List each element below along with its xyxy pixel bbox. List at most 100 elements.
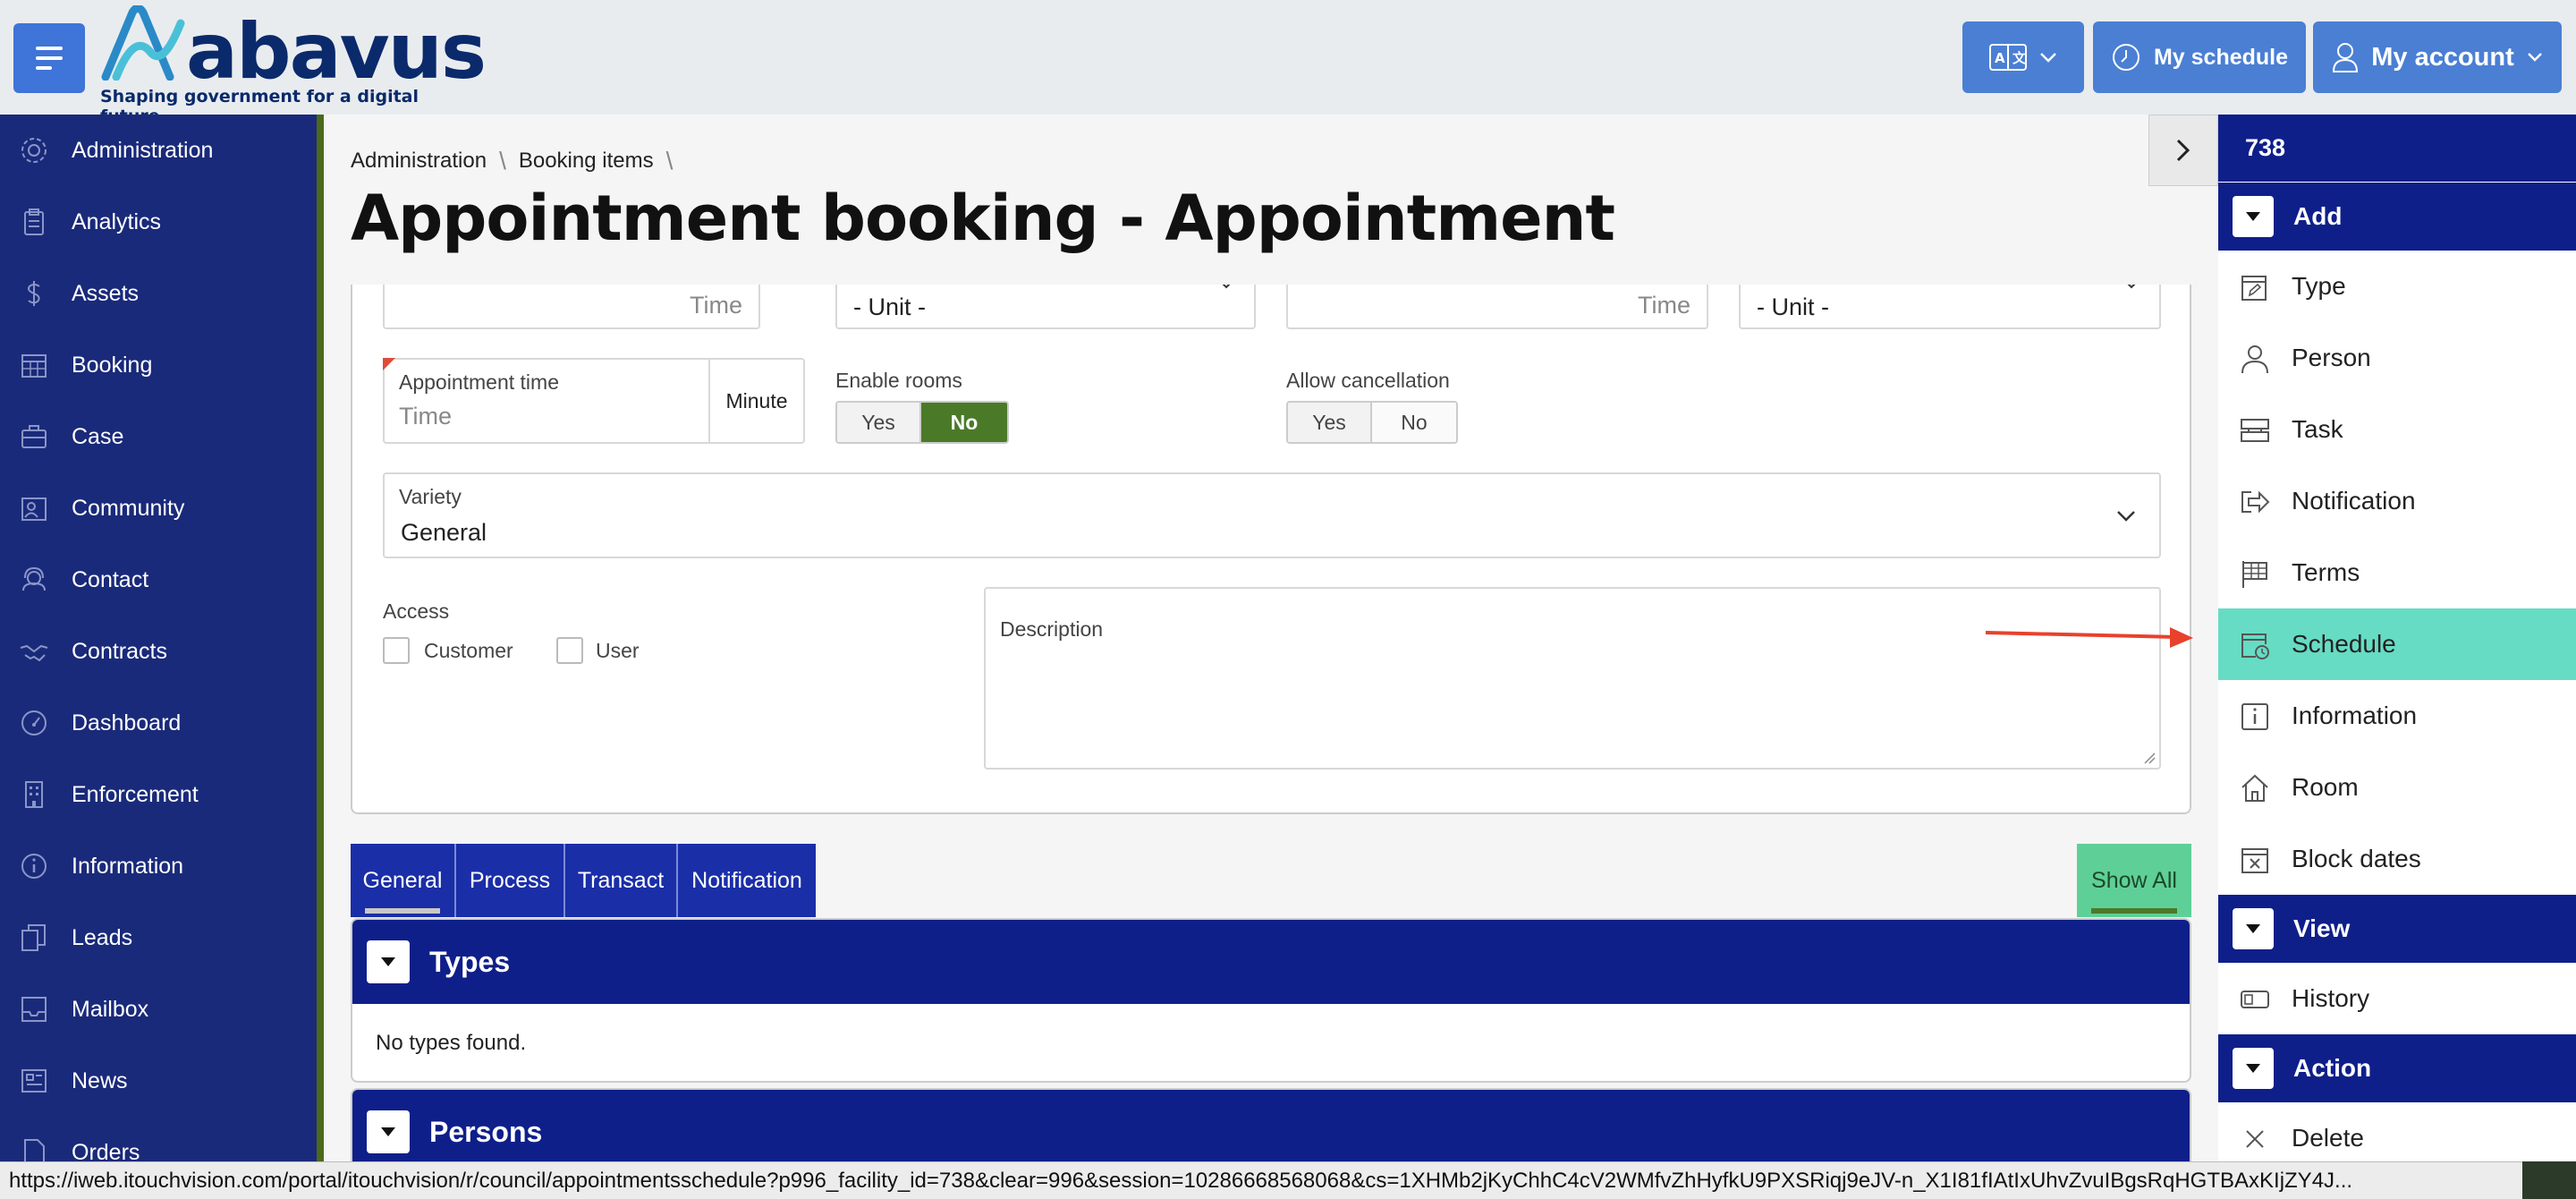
flag-grid-icon bbox=[2242, 561, 2267, 588]
sidebar-item-community[interactable]: Community bbox=[0, 472, 317, 544]
view-section-header[interactable]: View bbox=[2218, 895, 2576, 963]
resize-handle-icon[interactable] bbox=[2143, 752, 2156, 764]
collapse-caret-icon[interactable] bbox=[2233, 908, 2274, 949]
add-type-item[interactable]: Type bbox=[2218, 251, 2576, 322]
sidebar-item-label: Contact bbox=[72, 566, 149, 592]
sidebar-item-administration[interactable]: Administration bbox=[0, 115, 317, 186]
unit-select-1[interactable]: - Unit - bbox=[835, 285, 1256, 329]
sidebar-item-news[interactable]: News bbox=[0, 1045, 317, 1117]
time-field-1[interactable]: Time bbox=[383, 285, 760, 329]
variety-select[interactable]: Variety General bbox=[383, 472, 2161, 558]
sidebar-item-label: Leads bbox=[72, 924, 133, 950]
menu-line bbox=[36, 56, 63, 60]
collapse-caret-icon[interactable] bbox=[2233, 196, 2274, 237]
tab-transact[interactable]: Transact bbox=[565, 844, 678, 917]
chevron-down-icon bbox=[1222, 285, 1231, 289]
unit-select-2[interactable]: - Unit - bbox=[1739, 285, 2161, 329]
sidebar-item-label: Administration bbox=[72, 137, 214, 163]
add-schedule-item[interactable]: Schedule bbox=[2218, 608, 2576, 680]
chevron-right-icon bbox=[2176, 139, 2190, 162]
sidebar-item-label: Dashboard bbox=[72, 710, 182, 736]
collapse-panel-button[interactable] bbox=[2148, 115, 2218, 186]
sidebar-item-contracts[interactable]: Contracts bbox=[0, 616, 317, 687]
add-person-item[interactable]: Person bbox=[2218, 322, 2576, 394]
unit-select-value: - Unit - bbox=[853, 293, 926, 320]
detail-tabs: General Process Transact Notification bbox=[351, 844, 816, 917]
add-block-dates-item[interactable]: Block dates bbox=[2218, 823, 2576, 895]
logo-word: abavus bbox=[186, 7, 487, 97]
abavus-logo[interactable]: abavus Shaping government for a digital … bbox=[98, 5, 487, 126]
add-notification-item[interactable]: Notification bbox=[2218, 465, 2576, 537]
my-account-label: My account bbox=[2371, 42, 2514, 72]
access-label: Access bbox=[383, 600, 450, 623]
action-section-header[interactable]: Action bbox=[2218, 1034, 2576, 1102]
sidebar-item-contact[interactable]: Contact bbox=[0, 544, 317, 616]
sidebar-item-analytics[interactable]: Analytics bbox=[0, 186, 317, 258]
add-task-item[interactable]: Task bbox=[2218, 394, 2576, 465]
add-terms-label: Terms bbox=[2292, 558, 2360, 586]
copy-icon bbox=[21, 924, 46, 951]
view-history-item[interactable]: History bbox=[2218, 963, 2576, 1034]
breadcrumb: Administration \ Booking items \ bbox=[351, 147, 673, 175]
unit-select-value: - Unit - bbox=[1757, 293, 1829, 320]
time-field-2[interactable]: Time bbox=[1286, 285, 1708, 329]
collapse-caret-icon[interactable] bbox=[367, 1110, 410, 1153]
appointment-time-field[interactable]: Appointment time Time bbox=[383, 358, 710, 444]
breadcrumb-link-booking-items[interactable]: Booking items bbox=[519, 149, 654, 174]
description-textarea[interactable]: Description bbox=[984, 587, 2161, 770]
tab-process[interactable]: Process bbox=[456, 844, 565, 917]
enable-rooms-no[interactable]: No bbox=[921, 403, 1007, 442]
clock-icon bbox=[2112, 44, 2140, 71]
appointment-time-label: Appointment time bbox=[399, 370, 559, 394]
briefcase-icon bbox=[21, 425, 47, 448]
task-icon bbox=[2241, 419, 2269, 442]
sidebar-item-mailbox[interactable]: Mailbox bbox=[0, 974, 317, 1045]
enable-rooms-yes[interactable]: Yes bbox=[837, 403, 921, 442]
collapse-caret-icon[interactable] bbox=[367, 940, 410, 983]
hamburger-menu-button[interactable] bbox=[13, 23, 85, 93]
add-information-item[interactable]: Information bbox=[2218, 680, 2576, 752]
view-section-title: View bbox=[2293, 914, 2351, 942]
tab-notification[interactable]: Notification bbox=[678, 844, 816, 917]
minute-unit-addon: Minute bbox=[708, 358, 805, 444]
allow-cancellation-no[interactable]: No bbox=[1372, 403, 1456, 442]
variety-value: General bbox=[401, 519, 487, 546]
sidebar-item-information[interactable]: Information bbox=[0, 830, 317, 902]
types-panel-header[interactable]: Types bbox=[352, 920, 2190, 1004]
menu-line bbox=[36, 47, 63, 50]
sidebar-nav: Administration Analytics Assets Booking … bbox=[0, 115, 324, 1166]
add-terms-item[interactable]: Terms bbox=[2218, 537, 2576, 608]
sidebar-item-label: Enforcement bbox=[72, 781, 199, 807]
customer-checkbox[interactable] bbox=[383, 637, 410, 664]
user-checkbox[interactable] bbox=[556, 637, 583, 664]
required-marker-icon bbox=[383, 358, 395, 370]
enable-rooms-label: Enable rooms bbox=[835, 369, 962, 392]
add-section-title: Add bbox=[2293, 202, 2343, 230]
tab-general[interactable]: General bbox=[351, 844, 456, 917]
enable-rooms-toggle: Yes No bbox=[835, 401, 1009, 444]
svg-text:A: A bbox=[1995, 50, 2005, 66]
allow-cancellation-yes[interactable]: Yes bbox=[1288, 403, 1372, 442]
share-icon bbox=[2241, 490, 2270, 514]
sidebar-item-enforcement[interactable]: Enforcement bbox=[0, 759, 317, 830]
language-button[interactable]: A 文 bbox=[1962, 21, 2084, 93]
my-schedule-button[interactable]: My schedule bbox=[2093, 21, 2306, 93]
show-all-button[interactable]: Show All bbox=[2077, 844, 2191, 917]
persons-panel-header[interactable]: Persons bbox=[352, 1090, 2190, 1161]
gauge-icon bbox=[21, 710, 47, 736]
add-room-item[interactable]: Room bbox=[2218, 752, 2576, 823]
chevron-down-icon bbox=[2127, 285, 2136, 289]
sidebar-item-booking[interactable]: Booking bbox=[0, 329, 317, 401]
sidebar-item-case[interactable]: Case bbox=[0, 401, 317, 472]
collapse-caret-icon[interactable] bbox=[2233, 1048, 2274, 1089]
user-icon bbox=[2333, 43, 2359, 72]
top-header: abavus Shaping government for a digital … bbox=[0, 0, 2576, 126]
sidebar-item-assets[interactable]: Assets bbox=[0, 258, 317, 329]
types-panel-empty-text: No types found. bbox=[376, 1031, 527, 1055]
breadcrumb-link-administration[interactable]: Administration bbox=[351, 149, 487, 174]
my-account-button[interactable]: My account bbox=[2313, 21, 2562, 93]
add-section-header[interactable]: Add bbox=[2218, 183, 2576, 251]
gear-icon bbox=[21, 138, 47, 163]
sidebar-item-leads[interactable]: Leads bbox=[0, 902, 317, 974]
sidebar-item-dashboard[interactable]: Dashboard bbox=[0, 687, 317, 759]
